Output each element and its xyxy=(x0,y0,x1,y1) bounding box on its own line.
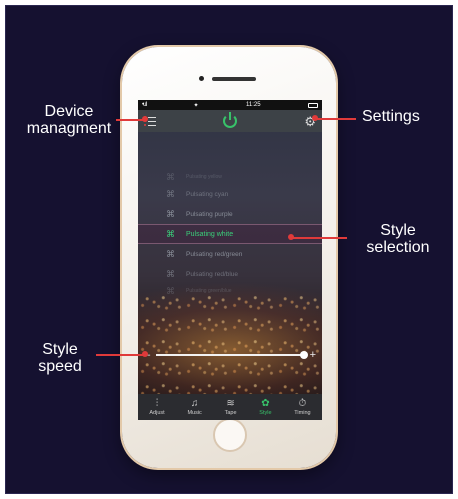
slider-track[interactable] xyxy=(156,351,308,359)
timer-icon: ⏱ xyxy=(298,398,307,409)
bottom-tab-bar: ⫶ Adjust ♫ Music ≋ Tape ✿ Style ⏱ Timing xyxy=(138,394,322,420)
signal-indicator: •ull xyxy=(142,102,147,108)
app-top-bar: ⚙ xyxy=(138,110,322,132)
style-option-label: Pulsating green/blue xyxy=(186,288,232,294)
slider-plus-icon[interactable]: + xyxy=(310,349,316,361)
style-symbol-icon: ⌘ xyxy=(166,285,175,296)
tab-label: Tape xyxy=(224,410,237,416)
leader-device-management xyxy=(116,119,144,121)
style-icon: ✿ xyxy=(261,398,270,409)
tab-style[interactable]: ✿ Style xyxy=(259,398,271,416)
status-bar: •ull ✦ 11:25 xyxy=(138,100,322,110)
style-symbol-icon: ⌘ xyxy=(166,228,175,239)
leader-style-selection xyxy=(292,237,347,239)
style-symbol-icon: ⌘ xyxy=(166,208,175,219)
callout-style-selection: Style selection xyxy=(366,222,430,256)
style-option[interactable]: ⌘ Pulsating red/blue xyxy=(138,264,322,284)
style-option-label: Pulsating red/green xyxy=(186,250,243,258)
style-option[interactable]: ⌘ Pulsating red/green xyxy=(138,244,322,264)
callout-style-speed: Style speed xyxy=(38,341,82,375)
leader-style-speed xyxy=(96,354,144,356)
tab-timing[interactable]: ⏱ Timing xyxy=(294,398,310,416)
leader-dot-style-selection xyxy=(288,234,294,240)
style-option[interactable]: ⌘ Pulsating cyan xyxy=(138,184,322,204)
leader-dot-style-speed xyxy=(142,351,148,357)
app-screen: •ull ✦ 11:25 ⚙ ⌘ Pulsating yellow ⌘ Puls… xyxy=(138,100,322,420)
status-time: 11:25 xyxy=(245,102,261,108)
style-symbol-icon: ⌘ xyxy=(166,248,175,259)
style-symbol-icon: ⌘ xyxy=(166,171,175,182)
style-option-label: Pulsating purple xyxy=(186,210,233,218)
style-symbol-icon: ⌘ xyxy=(166,268,175,279)
callout-settings: Settings xyxy=(362,108,420,125)
tab-label: Music xyxy=(187,410,202,416)
leader-dot-settings xyxy=(312,115,318,121)
slider-thumb[interactable] xyxy=(299,351,308,359)
tab-adjust[interactable]: ⫶ Adjust xyxy=(149,398,164,416)
style-option-label: Pulsating yellow xyxy=(186,174,222,180)
front-camera xyxy=(199,76,204,81)
tab-music[interactable]: ♫ Music xyxy=(187,398,201,416)
leader-settings xyxy=(316,118,356,120)
style-symbol-icon: ⌘ xyxy=(166,188,175,199)
style-option-label: Pulsating red/blue xyxy=(186,270,239,278)
callout-device-management: Device managment xyxy=(26,103,112,137)
home-button[interactable] xyxy=(213,418,247,452)
tab-label: Adjust xyxy=(149,410,165,416)
power-toggle-icon[interactable] xyxy=(223,112,238,128)
style-option-label: Pulsating cyan xyxy=(186,190,229,198)
tab-tape[interactable]: ≋ Tape xyxy=(225,398,237,416)
style-option[interactable]: ⌘ Pulsating yellow xyxy=(138,170,322,184)
style-option[interactable]: ⌘ Pulsating purple xyxy=(138,204,322,224)
style-speed-slider[interactable]: – + xyxy=(138,348,322,362)
tape-icon: ≋ xyxy=(226,398,235,409)
style-picker-list[interactable]: ⌘ Pulsating yellow ⌘ Pulsating cyan ⌘ Pu… xyxy=(138,170,322,298)
style-option-selected[interactable]: ⌘ Pulsating white xyxy=(138,224,322,244)
earpiece-speaker xyxy=(212,77,256,81)
background-city-image xyxy=(138,290,322,400)
tab-label: Style xyxy=(259,410,272,416)
battery-icon xyxy=(307,102,318,108)
adjust-sliders-icon: ⫶ xyxy=(155,398,159,409)
wifi-icon: ✦ xyxy=(193,102,199,109)
style-option[interactable]: ⌘ Pulsating green/blue xyxy=(138,284,322,298)
style-option-label: Pulsating white xyxy=(186,230,234,238)
leader-dot-device-management xyxy=(142,116,148,122)
tab-label: Timing xyxy=(294,410,311,416)
music-note-icon: ♫ xyxy=(190,398,199,409)
